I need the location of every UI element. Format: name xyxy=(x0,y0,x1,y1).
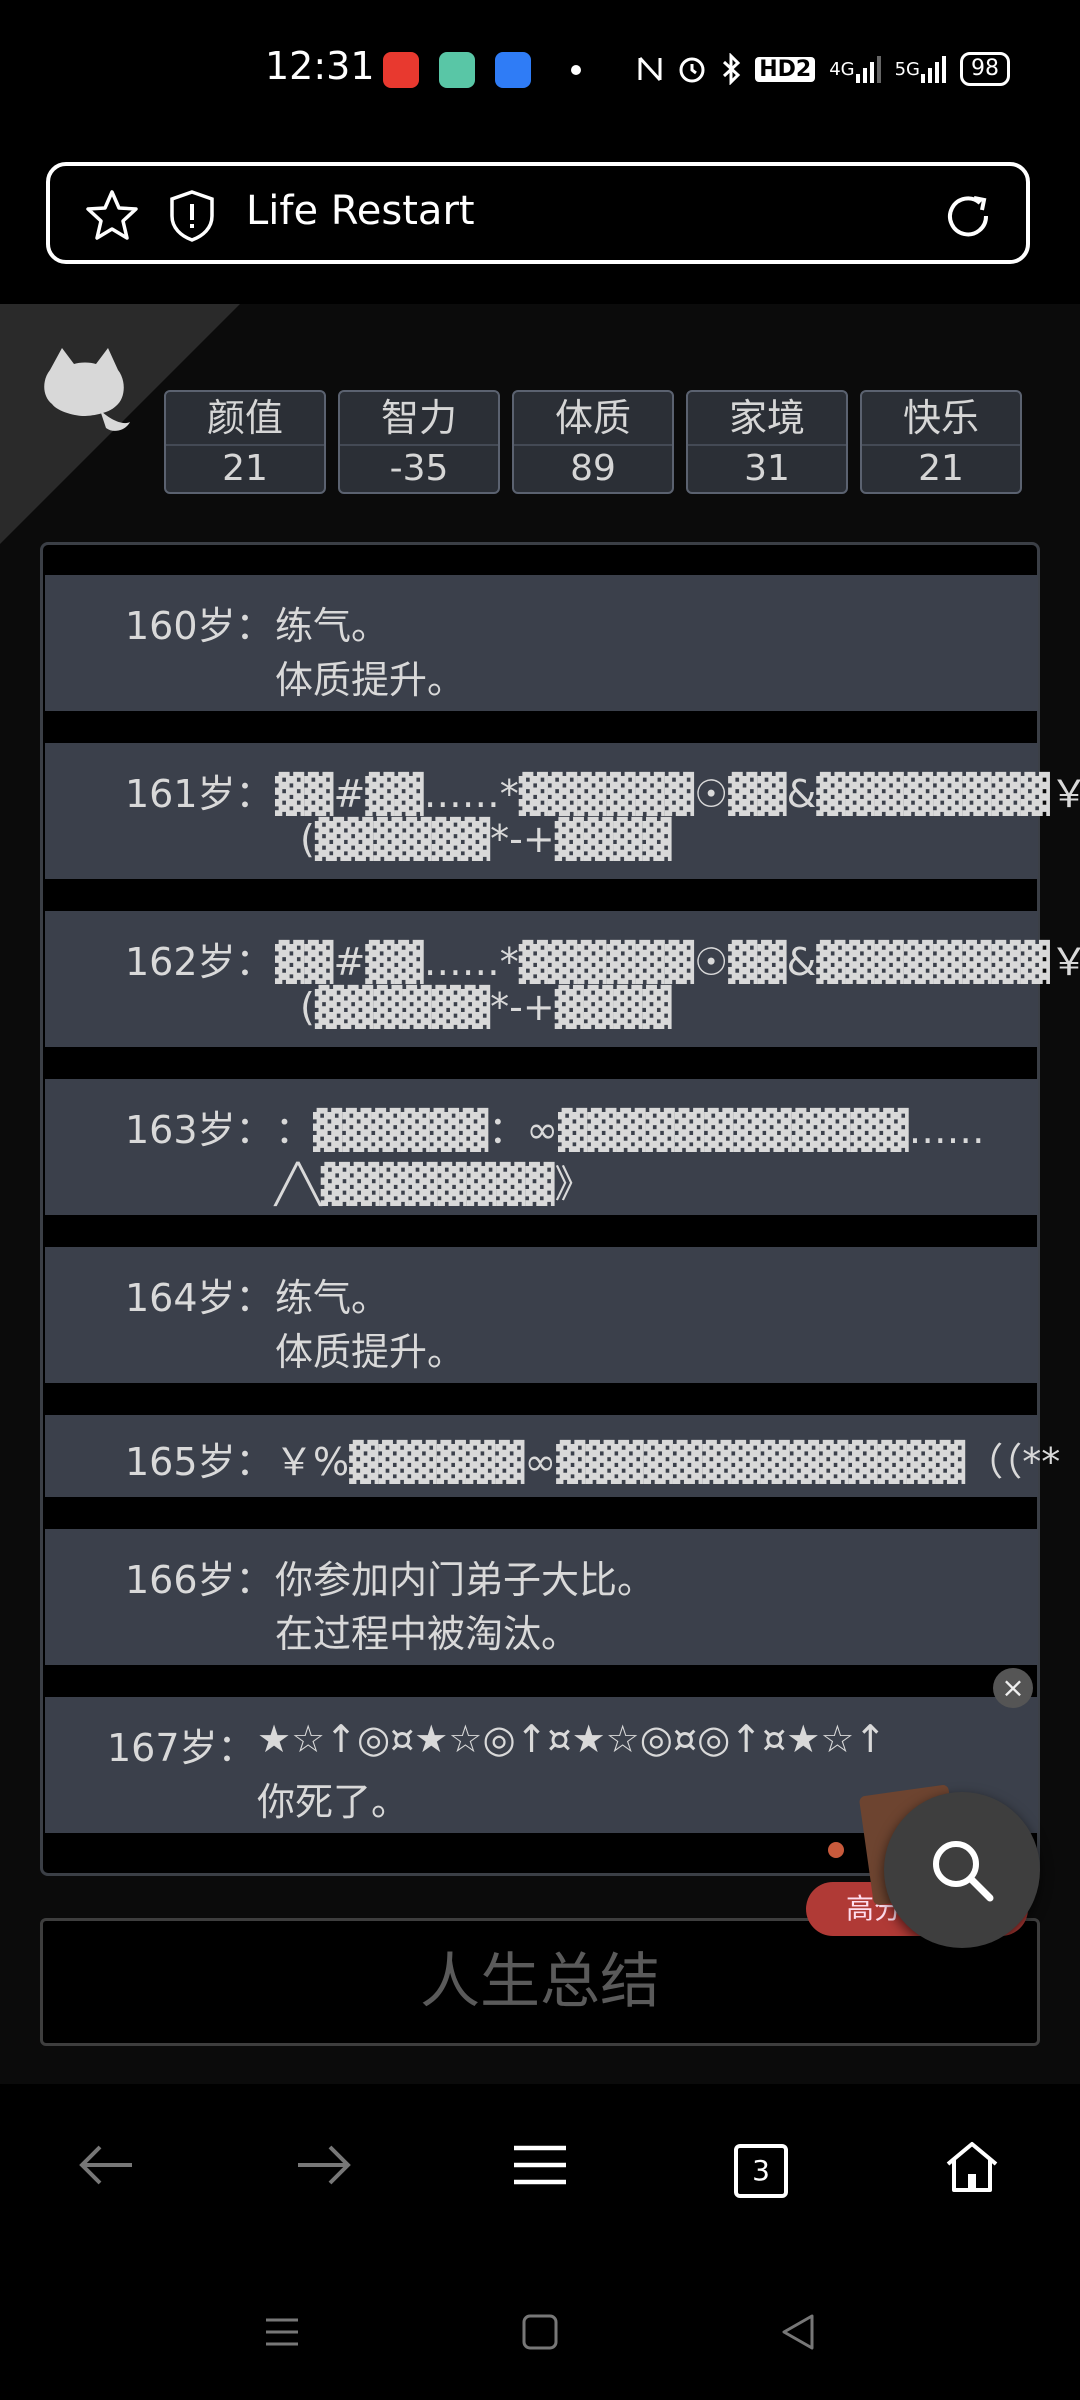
event-age: 160岁： xyxy=(125,604,274,648)
home-button-icon[interactable] xyxy=(520,2312,560,2356)
recent-apps-icon[interactable] xyxy=(262,2312,302,2356)
tab-count-button[interactable]: 3 xyxy=(734,2144,788,2198)
event-text: (▓▓▓▓▓▓*-+▓▓▓▓ xyxy=(300,985,672,1029)
notification-icons xyxy=(383,52,581,88)
event-text: 体质提升。 xyxy=(275,658,466,702)
browser-toolbar xyxy=(0,2110,1080,2230)
event-row: 160岁： 练气。 体质提升。 xyxy=(45,575,1038,711)
status-bar: 12:31 HD2 4G 5G 98 xyxy=(0,0,1080,140)
bookmark-star-icon[interactable] xyxy=(84,188,140,248)
event-age: 165岁： xyxy=(125,1440,274,1484)
stat-value: 31 xyxy=(744,448,790,489)
more-notifications-dot-icon xyxy=(571,65,581,75)
app-notification-icon xyxy=(439,52,475,88)
ad-close-button[interactable]: × xyxy=(993,1668,1033,1708)
stat-value: 89 xyxy=(570,448,616,489)
stat-label: 智力 xyxy=(340,392,498,446)
search-icon xyxy=(933,1841,994,1902)
event-row: 166岁： 你参加内门弟子大比。 在过程中被淘汰。 xyxy=(45,1529,1038,1665)
event-age: 163岁： xyxy=(125,1108,274,1152)
event-age: 166岁： xyxy=(125,1558,274,1602)
home-icon[interactable] xyxy=(944,2140,1000,2198)
stat-value: 21 xyxy=(918,448,964,489)
floating-search-button[interactable] xyxy=(884,1792,1040,1948)
system-navigation-bar xyxy=(0,2280,1080,2400)
ad-decoration-dot xyxy=(828,1842,844,1858)
event-row: 162岁： ▓▓#▓▓……*▓▓▓▓▓▓☉▓▓&▓▓▓▓▓▓▓▓￥ (▓▓▓▓▓… xyxy=(45,911,1080,1047)
stat-intelligence: 智力 -35 xyxy=(338,390,500,494)
stat-label: 快乐 xyxy=(862,392,1020,446)
event-text: 练气。 xyxy=(275,1276,390,1320)
stat-appearance: 颜值 21 xyxy=(164,390,326,494)
app-notification-icon xyxy=(383,52,419,88)
site-security-shield-icon[interactable] xyxy=(168,188,216,248)
stat-happiness: 快乐 21 xyxy=(860,390,1022,494)
app-notification-icon xyxy=(495,52,531,88)
reload-icon[interactable] xyxy=(940,188,996,248)
stat-value: -35 xyxy=(389,448,449,489)
stat-physique: 体质 89 xyxy=(512,390,674,494)
stat-family: 家境 31 xyxy=(686,390,848,494)
event-row: 163岁： ：▓▓▓▓▓▓：∞▓▓▓▓▓▓▓▓▓▓▓▓…… ╱╲▓▓▓▓▓▓▓▓… xyxy=(45,1079,1038,1215)
signal-5g-icon: 5G xyxy=(895,54,946,84)
event-row: 164岁： 练气。 体质提升。 xyxy=(45,1247,1038,1383)
event-text: ▓▓#▓▓……*▓▓▓▓▓▓☉▓▓&▓▓▓▓▓▓▓▓￥ xyxy=(275,940,1080,984)
event-text: 你死了。 xyxy=(257,1780,410,1824)
net-5g-label: 5G xyxy=(894,58,920,80)
life-summary-button[interactable]: 人生总结 xyxy=(40,1918,1040,2046)
event-text: 练气。 xyxy=(275,604,390,648)
attribute-stats: 颜值 21 智力 -35 体质 89 家境 31 快乐 21 xyxy=(164,390,1022,494)
event-row: 161岁： ▓▓#▓▓……*▓▓▓▓▓▓☉▓▓&▓▓▓▓▓▓▓▓￥ (▓▓▓▓▓… xyxy=(45,743,1080,879)
forward-arrow-icon[interactable] xyxy=(294,2140,354,2194)
system-icons: HD2 4G 5G 98 xyxy=(637,52,1010,86)
back-arrow-icon[interactable] xyxy=(76,2140,136,2194)
battery-icon: 98 xyxy=(960,52,1010,86)
event-age: 167岁： xyxy=(107,1726,256,1770)
signal-4g-icon: 4G xyxy=(829,54,881,84)
event-row: 165岁： ￥%▓▓▓▓▓▓∞▓▓▓▓▓▓▓▓▓▓▓▓▓▓（（** xyxy=(45,1415,1060,1497)
alarm-icon xyxy=(677,54,707,84)
page-title[interactable]: Life Restart xyxy=(246,188,475,234)
event-text: ╱╲▓▓▓▓▓▓▓▓》 xyxy=(275,1162,593,1206)
back-button-icon[interactable] xyxy=(778,2312,818,2356)
status-time: 12:31 xyxy=(265,44,375,88)
stat-label: 体质 xyxy=(514,392,672,446)
event-text: ：▓▓▓▓▓▓：∞▓▓▓▓▓▓▓▓▓▓▓▓…… xyxy=(275,1108,985,1152)
bluetooth-icon xyxy=(721,53,741,85)
event-age: 161岁： xyxy=(125,772,274,816)
event-age: 164岁： xyxy=(125,1276,274,1320)
net-4g-label: 4G xyxy=(829,58,855,80)
hd-icon: HD2 xyxy=(755,56,816,82)
event-text: 体质提升。 xyxy=(275,1330,466,1374)
stat-label: 颜值 xyxy=(166,392,324,446)
event-text: ★☆↑◎¤★☆◎↑¤★☆◎¤◎↑¤★☆↑ xyxy=(257,1717,887,1761)
url-bar[interactable]: Life Restart xyxy=(46,162,1030,264)
stat-value: 21 xyxy=(222,448,268,489)
github-octocat-icon[interactable] xyxy=(30,340,140,454)
event-text: ￥%▓▓▓▓▓▓∞▓▓▓▓▓▓▓▓▓▓▓▓▓▓（（** xyxy=(275,1440,1061,1484)
event-text: (▓▓▓▓▓▓*-+▓▓▓▓ xyxy=(300,817,672,861)
event-text: ▓▓#▓▓……*▓▓▓▓▓▓☉▓▓&▓▓▓▓▓▓▓▓￥ xyxy=(275,772,1080,816)
event-text: 在过程中被淘汰。 xyxy=(275,1612,580,1656)
stat-label: 家境 xyxy=(688,392,846,446)
nfc-icon xyxy=(637,54,663,84)
event-text: 你参加内门弟子大比。 xyxy=(275,1558,656,1602)
menu-icon[interactable] xyxy=(512,2140,568,2194)
life-event-log[interactable]: 160岁： 练气。 体质提升。 161岁： ▓▓#▓▓……*▓▓▓▓▓▓☉▓▓&… xyxy=(40,542,1080,1876)
event-age: 162岁： xyxy=(125,940,274,984)
